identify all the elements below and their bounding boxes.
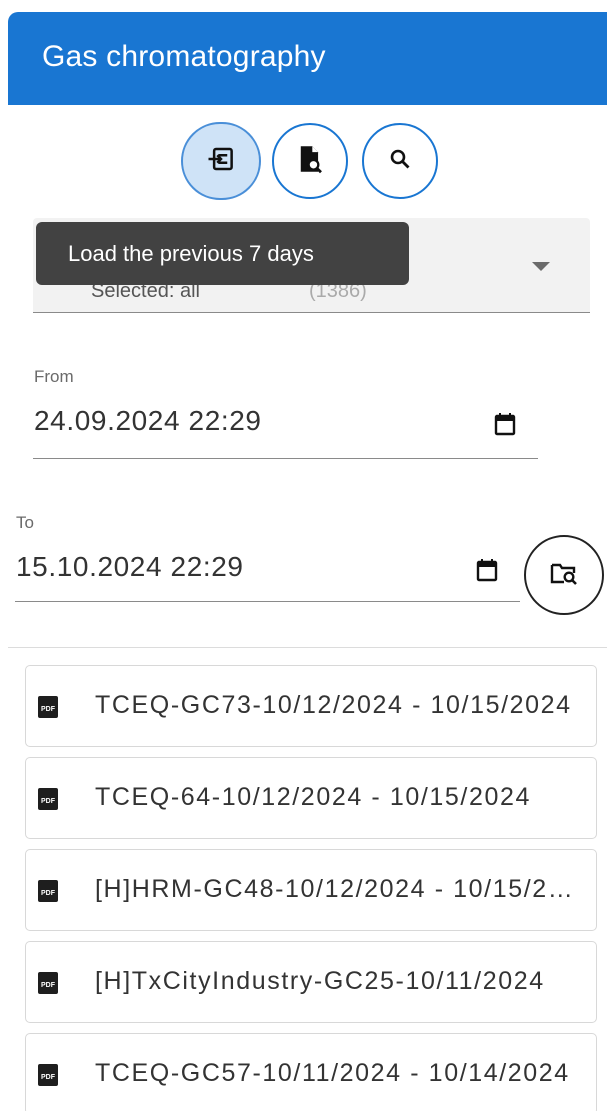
- to-label: To: [16, 513, 34, 532]
- search-icon: [388, 147, 412, 176]
- pdf-icon: PDF: [37, 971, 59, 995]
- from-underline: [33, 458, 538, 459]
- to-underline: [15, 601, 520, 602]
- to-date-input[interactable]: 15.10.2024 22:29: [16, 551, 244, 583]
- load-recent-icon: [206, 144, 236, 179]
- calendar-icon[interactable]: [494, 411, 516, 437]
- header-bar: Gas chromatography: [8, 12, 607, 105]
- file-search-icon: [296, 144, 324, 179]
- divider: [8, 647, 607, 648]
- search-button[interactable]: [362, 123, 438, 199]
- svg-text:PDF: PDF: [41, 890, 56, 897]
- file-search-button[interactable]: [272, 123, 348, 199]
- list-item[interactable]: PDF TCEQ-GC73-10/12/2024 - 10/15/2024: [25, 665, 597, 747]
- calendar-icon[interactable]: [476, 557, 498, 583]
- svg-text:PDF: PDF: [41, 706, 56, 713]
- list-item[interactable]: PDF [H]TxCityIndustry-GC25-10/11/2024: [25, 941, 597, 1023]
- file-name: TCEQ-GC73-10/12/2024 - 10/15/2024: [95, 691, 572, 719]
- file-name: TCEQ-GC57-10/11/2024 - 10/14/2024: [95, 1059, 570, 1087]
- gas-chromatography-panel: Gas chromatography Selected: all (1386) …: [0, 0, 607, 1111]
- file-name: [H]TxCityIndustry-GC25-10/11/2024: [95, 967, 545, 995]
- list-item[interactable]: PDF TCEQ-64-10/12/2024 - 10/15/2024: [25, 757, 597, 839]
- pdf-icon: PDF: [37, 787, 59, 811]
- pdf-icon: PDF: [37, 1063, 59, 1087]
- pdf-icon: PDF: [37, 695, 59, 719]
- tooltip: Load the previous 7 days: [36, 222, 409, 285]
- from-date-input[interactable]: 24.09.2024 22:29: [34, 405, 262, 437]
- page-title: Gas chromatography: [42, 40, 326, 73]
- svg-text:PDF: PDF: [41, 798, 56, 805]
- file-name: TCEQ-64-10/12/2024 - 10/15/2024: [95, 783, 531, 811]
- chevron-down-icon: [532, 262, 550, 271]
- file-name: [H]HRM-GC48-10/12/2024 - 10/15/2024: [95, 875, 575, 903]
- load-previous-days-button[interactable]: [181, 122, 261, 200]
- list-item[interactable]: PDF [H]HRM-GC48-10/12/2024 - 10/15/2024: [25, 849, 597, 931]
- tooltip-text: Load the previous 7 days: [68, 240, 314, 266]
- list-item[interactable]: PDF TCEQ-GC57-10/11/2024 - 10/14/2024: [25, 1033, 597, 1111]
- folder-search-icon: [550, 561, 578, 590]
- svg-text:PDF: PDF: [41, 1074, 56, 1081]
- pdf-icon: PDF: [37, 879, 59, 903]
- from-label: From: [34, 367, 74, 386]
- folder-search-button[interactable]: [524, 535, 604, 615]
- svg-text:PDF: PDF: [41, 982, 56, 989]
